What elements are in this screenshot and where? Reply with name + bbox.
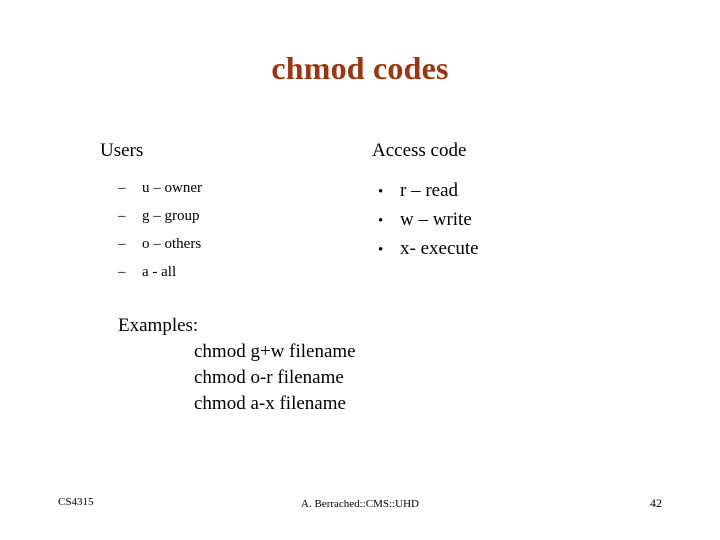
list-item: – u – owner — [118, 174, 360, 202]
footer-page-number: 42 — [650, 496, 662, 510]
dash-marker-icon: – — [118, 180, 126, 196]
bullet-dot-icon: • — [378, 242, 384, 258]
access-code-list: • r – read • w – write • x- execute — [378, 177, 672, 264]
example-line: chmod g+w filename — [194, 341, 356, 362]
bullet-dot-icon: • — [378, 184, 384, 200]
example-line: chmod a-x filename — [194, 393, 346, 414]
list-item: • w – write — [378, 206, 672, 235]
list-item: – o – others — [118, 230, 360, 258]
list-item-label: u – owner — [142, 180, 202, 196]
list-item-label: g – group — [142, 208, 200, 224]
example-line: chmod o-r filename — [194, 367, 344, 388]
access-code-column: Access code • r – read • w – write • x- … — [372, 138, 672, 264]
list-item-label: w – write — [400, 209, 472, 230]
bullet-dot-icon: • — [378, 213, 384, 229]
list-item-label: a - all — [142, 264, 177, 280]
dash-marker-icon: – — [118, 264, 126, 280]
dash-marker-icon: – — [118, 236, 126, 252]
access-code-heading: Access code — [372, 140, 467, 161]
page-title: chmod codes — [271, 50, 449, 86]
users-list: – u – owner – g – group – o – others – a… — [118, 174, 360, 286]
users-column: Users – u – owner – g – group – o – othe… — [100, 138, 360, 286]
list-item: – g – group — [118, 202, 360, 230]
examples-heading: Examples: — [118, 315, 199, 336]
list-item-label: r – read — [400, 180, 459, 201]
dash-marker-icon: – — [118, 208, 126, 224]
users-heading: Users — [100, 140, 144, 161]
list-item: • r – read — [378, 177, 672, 206]
list-item: • x- execute — [378, 235, 672, 264]
examples-block: Examples: chmod g+w filename chmod o-r f… — [118, 313, 356, 417]
list-item-label: x- execute — [400, 238, 479, 259]
slide: chmod codes Users – u – owner – g – grou… — [0, 0, 720, 540]
footer-attribution: A. Berrached::CMS::UHD — [301, 498, 419, 510]
list-item: – a - all — [118, 258, 360, 286]
list-item-label: o – others — [142, 236, 202, 252]
